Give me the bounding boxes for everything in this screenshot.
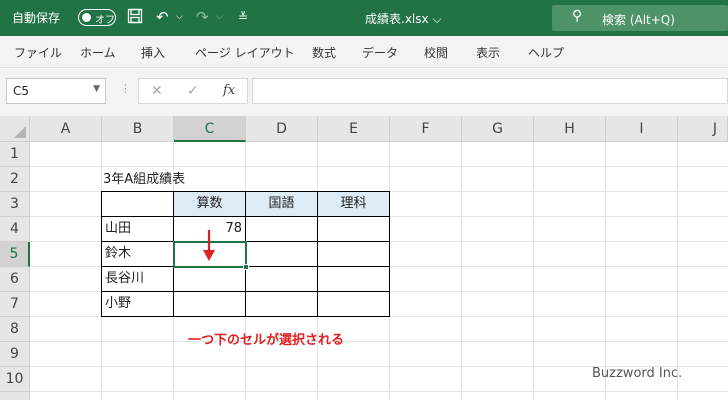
score-cell[interactable] [246,267,318,292]
sheet-title: 3年A組成績表 [103,172,186,187]
tab-insert[interactable]: 挿入 [141,44,165,61]
name-box-dropdown-icon[interactable]: ▼ [93,84,100,94]
score-cell[interactable] [318,267,390,292]
column-header-a[interactable]: A [30,116,102,142]
toggle-knob [82,12,91,22]
formula-input[interactable] [252,78,728,104]
column-header-b[interactable]: B [102,116,174,142]
formula-buttons: ✕ ✓ fx [138,78,248,104]
row-header-6[interactable]: 6 [0,267,30,292]
student-name-cell[interactable]: 小野 [101,292,174,317]
tab-page-layout[interactable]: ページ レイアウト [195,44,295,61]
more-options-icon: ⋮ [120,82,131,95]
toggle-label: オフ [95,15,115,26]
cancel-icon[interactable]: ✕ [151,83,163,99]
row-header-9[interactable]: 9 [0,342,30,367]
row-header-4[interactable]: 4 [0,217,30,242]
autosave-label: 自動保存 [12,11,61,25]
row-header-11[interactable] [0,392,30,400]
undo-icon[interactable]: ↶ [156,8,169,26]
column-header-g[interactable]: G [462,116,534,142]
header-japanese[interactable]: 国語 [246,191,318,217]
tab-review[interactable]: 校閲 [424,44,448,61]
save-icon[interactable] [127,8,143,28]
score-cell[interactable] [318,292,390,317]
select-all-triangle-icon [14,126,26,138]
header-science[interactable]: 理科 [318,191,390,217]
enter-icon[interactable]: ✓ [187,83,199,99]
column-header-j[interactable]: J [678,116,728,142]
column-header-d[interactable]: D [246,116,318,142]
chevron-down-icon: ⌵ [432,12,442,26]
row-header-1[interactable]: 1 [0,142,30,167]
insert-function-icon[interactable]: fx [223,83,235,98]
arrow-down-icon [203,230,215,261]
column-header-i[interactable]: I [606,116,678,142]
customize-icon[interactable]: ≚ [238,8,248,26]
column-header-e[interactable]: E [318,116,390,142]
student-name-cell[interactable]: 鈴木 [101,242,174,267]
undo-dropdown-icon[interactable]: ⌵ [176,8,183,26]
student-name-cell[interactable]: 長谷川 [101,267,174,292]
search-placeholder: 検索 (Alt+Q) [602,13,675,27]
tab-help[interactable]: ヘルプ [528,44,564,61]
tab-view[interactable]: 表示 [476,44,500,61]
fill-handle[interactable] [243,264,249,270]
tab-home[interactable]: ホーム [80,44,116,61]
student-name-cell[interactable]: 山田 [101,217,174,242]
row-header-10[interactable]: 10 [0,367,30,392]
row-header-8[interactable]: 8 [0,317,30,342]
score-cell[interactable] [246,217,318,242]
column-header-f[interactable]: F [390,116,462,142]
score-cell[interactable] [318,217,390,242]
score-cell[interactable] [318,242,390,267]
name-box[interactable]: C5 ▼ [6,78,106,104]
score-cell[interactable] [246,242,318,267]
row-header-5[interactable]: 5 [0,242,30,267]
column-header-h[interactable]: H [534,116,606,142]
row-header-3[interactable]: 3 [0,192,30,217]
score-cell[interactable] [174,292,246,317]
name-box-value: C5 [13,84,30,98]
tab-file[interactable]: ファイル [14,44,62,61]
watermark: Buzzword Inc. [592,366,683,381]
annotation-text: 一つ下のセルが選択される [188,333,345,348]
header-blank-cell[interactable] [101,191,174,217]
tab-formulas[interactable]: 数式 [312,44,336,61]
formula-bar: C5 ▼ ⋮ ✕ ✓ fx [0,68,728,116]
search-icon: ⚲ [572,8,583,24]
score-cell[interactable] [246,292,318,317]
header-math[interactable]: 算数 [174,191,246,217]
redo-icon[interactable]: ↷ [196,8,209,26]
file-name[interactable]: 成績表.xlsx ⌵ [365,10,442,27]
row-header-7[interactable]: 7 [0,292,30,317]
title-bar: 自動保存 オフ ↶ ⌵ ↷ ⌵ ≚ 成績表.xlsx ⌵ ⚲ 検索 (Alt+Q… [0,0,728,36]
tab-data[interactable]: データ [362,44,398,61]
column-header-c[interactable]: C [174,116,246,142]
row-header-2[interactable]: 2 [0,167,30,192]
search-box[interactable]: ⚲ 検索 (Alt+Q) [552,5,728,31]
select-all-button[interactable] [0,116,30,142]
autosave-toggle[interactable]: オフ [78,9,116,26]
ribbon-tabs: ファイル ホーム 挿入 ページ レイアウト 数式 データ 校閲 表示 ヘルプ [0,36,728,68]
score-cell[interactable] [174,267,246,292]
redo-dropdown-icon[interactable]: ⌵ [216,8,223,26]
